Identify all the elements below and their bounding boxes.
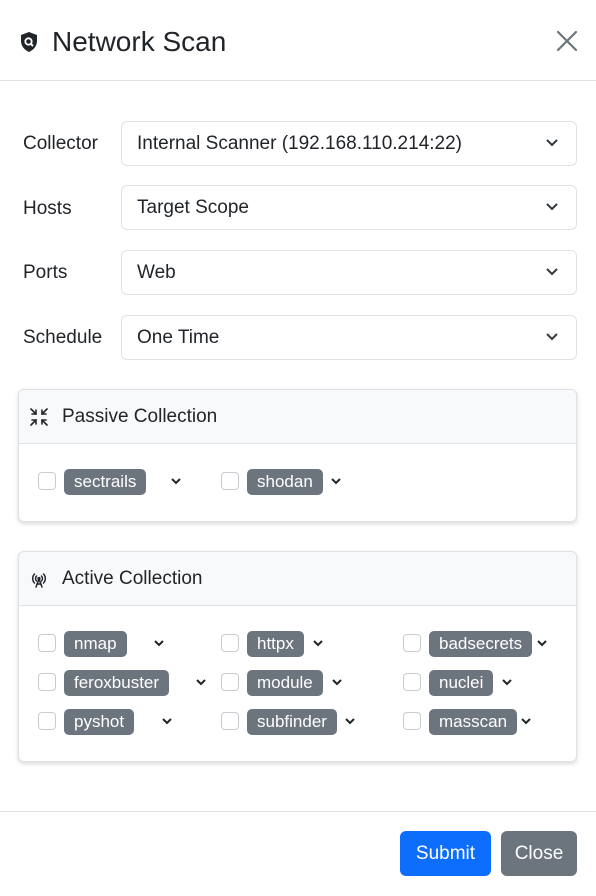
- chevron-down-icon[interactable]: [153, 639, 165, 648]
- module-badge: module: [247, 670, 323, 696]
- hosts-label: Hosts: [23, 198, 72, 219]
- module-checkbox[interactable]: [38, 673, 56, 691]
- schedule-select[interactable]: One Time: [121, 315, 577, 360]
- module-badge: masscan: [429, 709, 518, 735]
- ports-label: Ports: [23, 262, 68, 283]
- chevron-down-icon: [546, 139, 558, 147]
- chevron-down-icon: [546, 268, 558, 276]
- module-badge: sectrails: [64, 469, 147, 495]
- passive-collection-header: Passive Collection: [19, 390, 576, 444]
- ports-value: Web: [137, 262, 176, 283]
- module-badge: subfinder: [247, 709, 337, 735]
- module-checkbox[interactable]: [403, 634, 421, 652]
- submit-button[interactable]: Submit: [400, 831, 491, 876]
- module-badge: nmap: [64, 631, 127, 657]
- hosts-value: Target Scope: [137, 197, 249, 218]
- module-badge: pyshot: [64, 709, 135, 735]
- shield-scan-icon: [21, 32, 37, 52]
- chevron-down-icon[interactable]: [330, 477, 342, 486]
- chevron-down-icon[interactable]: [161, 717, 173, 726]
- chevron-down-icon[interactable]: [501, 678, 513, 687]
- broadcast-tower-icon: [32, 573, 46, 588]
- active-collection-header: Active Collection: [19, 552, 576, 606]
- modal-header: Network Scan: [0, 0, 596, 81]
- chevron-down-icon[interactable]: [536, 639, 548, 648]
- chevron-down-icon[interactable]: [520, 717, 532, 726]
- module-checkbox[interactable]: [38, 712, 56, 730]
- chevron-down-icon: [546, 203, 558, 211]
- modal-title: Network Scan: [52, 26, 227, 57]
- module-badge: nuclei: [429, 670, 494, 696]
- passive-collection-title: Passive Collection: [62, 406, 218, 427]
- chevron-down-icon[interactable]: [344, 717, 356, 726]
- chevron-down-icon[interactable]: [331, 678, 343, 687]
- modal-footer: Submit Close: [0, 811, 596, 896]
- close-icon[interactable]: [555, 29, 579, 53]
- compress-arrows-icon: [30, 408, 48, 426]
- module-checkbox[interactable]: [403, 712, 421, 730]
- module-badge: badsecrets: [429, 631, 533, 657]
- passive-collection-card: Passive Collection sectrails shodan: [18, 389, 577, 522]
- module-badge: shodan: [247, 469, 323, 495]
- collector-value: Internal Scanner (192.168.110.214:22): [137, 133, 462, 154]
- schedule-label: Schedule: [23, 327, 103, 348]
- module-checkbox[interactable]: [38, 472, 56, 490]
- chevron-down-icon[interactable]: [195, 678, 207, 687]
- chevron-down-icon[interactable]: [170, 477, 182, 486]
- module-badge: feroxbuster: [64, 670, 170, 696]
- ports-select[interactable]: Web: [121, 250, 577, 295]
- active-collection-title: Active Collection: [62, 568, 203, 589]
- module-checkbox[interactable]: [221, 634, 239, 652]
- chevron-down-icon[interactable]: [312, 639, 324, 648]
- active-collection-card: Active Collection nmap httpx badsecrets …: [18, 551, 577, 762]
- module-checkbox[interactable]: [221, 712, 239, 730]
- schedule-value: One Time: [137, 327, 220, 348]
- module-checkbox[interactable]: [221, 472, 239, 490]
- module-badge: httpx: [247, 631, 304, 657]
- module-checkbox[interactable]: [38, 634, 56, 652]
- chevron-down-icon: [546, 333, 558, 341]
- module-checkbox[interactable]: [403, 673, 421, 691]
- collector-label: Collector: [23, 133, 98, 154]
- close-button[interactable]: Close: [501, 831, 577, 876]
- module-checkbox[interactable]: [221, 673, 239, 691]
- hosts-select[interactable]: Target Scope: [121, 185, 577, 230]
- collector-select[interactable]: Internal Scanner (192.168.110.214:22): [121, 121, 577, 166]
